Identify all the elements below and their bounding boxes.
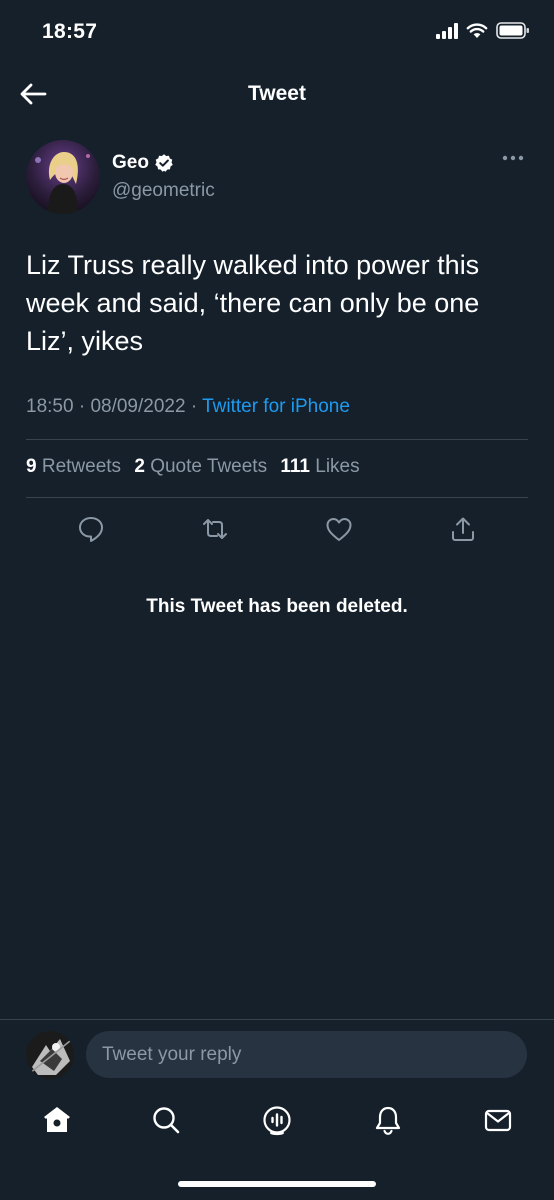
retweet-icon[interactable] [200, 514, 230, 544]
status-icons [436, 22, 530, 39]
tweet-text: Liz Truss really walked into power this … [26, 250, 480, 356]
likes-stat[interactable]: 111 Likes [280, 456, 359, 477]
likes-count: 111 [280, 456, 310, 477]
retweets-stat[interactable]: 9 Retweets [26, 456, 121, 477]
divider [0, 1019, 554, 1020]
share-icon[interactable] [448, 514, 478, 544]
quotes-stat[interactable]: 2 Quote Tweets [134, 456, 267, 477]
tweet: Geo @geometric Liz Truss really walked i… [26, 140, 528, 542]
tweet-author-row: Geo @geometric [26, 140, 528, 214]
likes-label: Likes [315, 456, 360, 477]
signal-icon [436, 22, 458, 39]
tweet-stats: 9 Retweets 2 Quote Tweets 111 Likes [26, 456, 360, 478]
like-icon[interactable] [324, 514, 354, 544]
deleted-tweet-notice: This Tweet has been deleted. [146, 596, 408, 617]
reply-input[interactable] [86, 1031, 527, 1078]
status-bar: 18:57 [0, 0, 554, 66]
author-handle[interactable]: @geometric [112, 180, 215, 202]
user-avatar[interactable] [26, 1031, 74, 1079]
home-icon[interactable] [41, 1104, 73, 1136]
retweets-count: 9 [26, 456, 37, 477]
author-avatar[interactable] [26, 140, 100, 214]
status-time: 18:57 [42, 20, 98, 43]
author-display-name[interactable]: Geo [112, 152, 174, 174]
tweet-meta: 18:50 · 08/09/2022 · Twitter for iPhone [26, 396, 350, 418]
page-title: Tweet [248, 82, 306, 105]
tweet-time: 18:50 [26, 396, 74, 417]
messages-icon[interactable] [482, 1104, 514, 1136]
divider [26, 439, 528, 440]
tweet-actions [26, 514, 528, 546]
meta-separator: · [78, 396, 86, 417]
tweet-date: 08/09/2022 [90, 396, 186, 417]
quotes-count: 2 [134, 456, 145, 477]
spaces-icon[interactable] [261, 1104, 293, 1136]
retweets-label: Retweets [41, 456, 122, 477]
more-options-icon[interactable] [502, 154, 524, 162]
notifications-icon[interactable] [372, 1104, 404, 1136]
tweet-source-link[interactable]: Twitter for iPhone [202, 396, 350, 417]
search-icon[interactable] [150, 1104, 182, 1136]
display-name-text: Geo [112, 152, 149, 173]
reply-icon[interactable] [76, 514, 106, 544]
home-indicator [178, 1181, 376, 1187]
divider [26, 497, 528, 498]
meta-separator: · [190, 396, 198, 417]
nav-header: Tweet [0, 66, 554, 122]
battery-icon [496, 22, 529, 39]
tweet-detail-screen: 18:57 Tweet Geo @geometric Liz Truss rea… [0, 0, 554, 1200]
wifi-icon [466, 23, 488, 38]
verified-badge-icon [155, 154, 173, 172]
quotes-label: Quote Tweets [150, 456, 268, 477]
